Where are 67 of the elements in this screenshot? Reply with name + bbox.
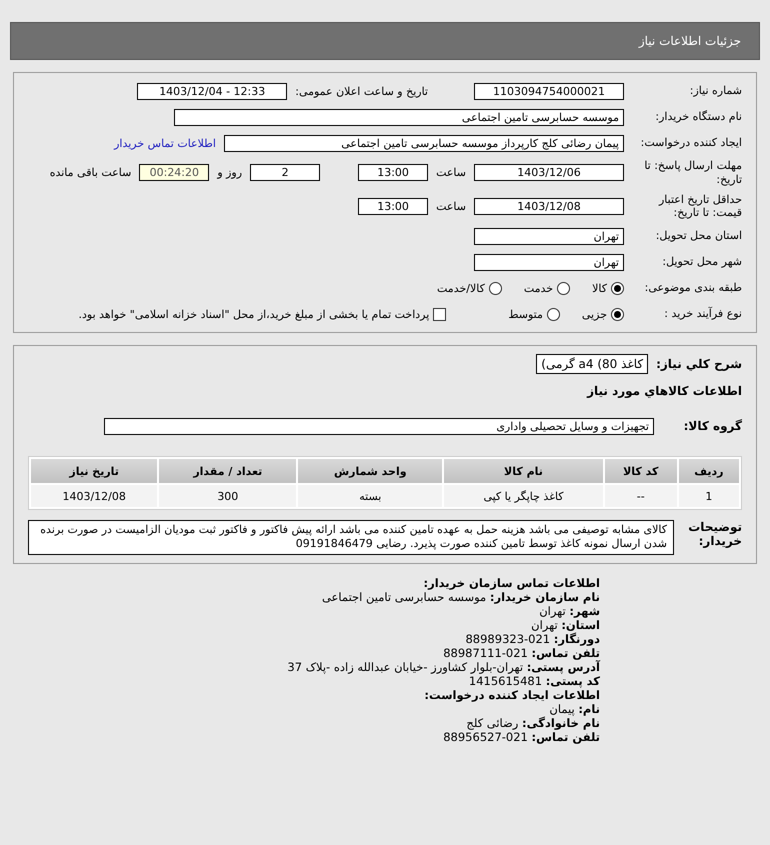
contact-line: آدرس پستی: تهران-بلوار کشاورز -خیابان عبدالله زاده -پلاک 37 [286,660,600,674]
city-field: تهران [474,254,624,270]
radio-label: جزیی [582,308,607,320]
column-header: تعداد / مقدار [159,459,296,483]
province-field: تهران [474,228,624,244]
radio-button[interactable] [611,308,624,320]
section-heading: اطلاعات ایجاد کننده درخواست: [423,688,600,702]
field-label: ساعت [436,200,466,213]
field-label: استان محل تحویل: [654,229,742,243]
buyer-contact-link[interactable]: اطلاعات تماس خریدار [114,136,216,150]
table-cell: کاغذ چاپگر یا کپی [444,485,603,507]
field-label: گروه کالا: [682,419,742,433]
contact-line: شهر: تهران [539,604,600,618]
announce-date-field: 1403/12/04 - 12:33 [137,82,288,100]
radio-button[interactable] [557,282,570,294]
table-cell: 1403/12/08 [31,485,158,507]
column-header: کد کالا [604,459,677,483]
checkbox[interactable] [433,308,446,320]
section-heading: اطلاعات تماس سازمان خریدار: [422,576,600,590]
radio-button[interactable] [488,282,502,294]
column-header: نام کالا [444,459,603,483]
contact-line: نام سازمان خریدار: موسسه حسابرسی تامین اجتماعی [320,590,600,604]
need-number-field: 1103094754000021 [474,82,624,100]
section-heading: اطلاعات کالاهاي مورد نياز [586,384,742,398]
table-cell: بسته [298,485,442,507]
field-label: تاریخ و ساعت اعلان عمومی: [295,84,428,98]
column-header: واحد شمارش [298,459,442,483]
summary-field: کاغذ 80) a4 گرمی) [536,354,648,374]
field-label: مهلت ارسال پاسخ: تا تاریخ: [643,159,742,186]
field-label: ساعت [436,166,466,180]
days-field: 2 [250,164,320,182]
radio-button[interactable] [546,308,560,320]
validity-date-field: 1403/12/08 [474,198,624,215]
radio-label: متوسط [508,308,543,320]
field-label: نوع فرآیند خرید : [663,307,742,321]
validity-time-field: 13:00 [358,198,428,215]
field-label: شهر محل تحویل: [661,255,742,269]
table-cell: -- [604,485,677,507]
field-label: شماره نیاز: [688,84,742,98]
buyer-org-field: موسسه حسابرسی تامین اجتماعی [174,108,624,126]
field-label: طبقه بندی موضوعی: [644,281,742,295]
field-label: نام دستگاه خریدار: [654,110,742,124]
radio-label: خدمت [524,282,554,294]
remaining-time-field: 00:24:20 [139,164,210,182]
radio-label: کالا [592,282,607,294]
checkbox-label: پرداخت تمام یا بخشی از مبلغ خرید،از محل "اسناد خزانه اسلامی" خواهد بود. [78,308,430,320]
contact-line: نام خانوادگی: رضائی کلج [465,716,600,730]
table-cell: 300 [159,485,296,507]
deadline-date-field: 1403/12/06 [474,164,624,182]
page-title: جزئیات اطلاعات نیاز [10,22,760,60]
contact-line: استان: تهران [530,618,600,632]
field-label: ایجاد کننده درخواست: [640,136,742,150]
goods-group-field: تجهیزات و وسایل تحصیلی واداری [104,418,654,434]
table-cell: 1 [678,485,739,507]
requester-field: پیمان رضائی کلج کارپرداز موسسه حسابرسی تامین اجتماعی [224,134,624,152]
radio-label: کالا/خدمت [437,282,485,294]
radio-button[interactable] [611,282,624,294]
field-label: شرح کلي نياز: [656,357,742,371]
deadline-time-field: 13:00 [358,164,428,182]
field-label: توضیحات خریدار: [687,520,742,548]
field-label: ساعت باقی مانده [50,166,132,180]
buyer-notes: کالای مشابه توصیفی می باشد هزینه حمل به عهده تامین کننده می باشد ارائه پیش فاکتور و فاکتور ثبت مودیان الزامیست در صورت برنده شدن ارسال نمونه کاغذ توسط تامین کننده صورت پذیرد. رضایی 09191846479 [28,520,674,555]
column-header: تاریخ نیاز [31,459,158,483]
contact-line: نام: پیمان [548,702,600,716]
field-label: روز و [217,166,242,180]
field-label: حداقل تاریخ اعتبار قیمت: تا تاریخ: [658,192,742,220]
column-header: ردیف [678,459,739,483]
